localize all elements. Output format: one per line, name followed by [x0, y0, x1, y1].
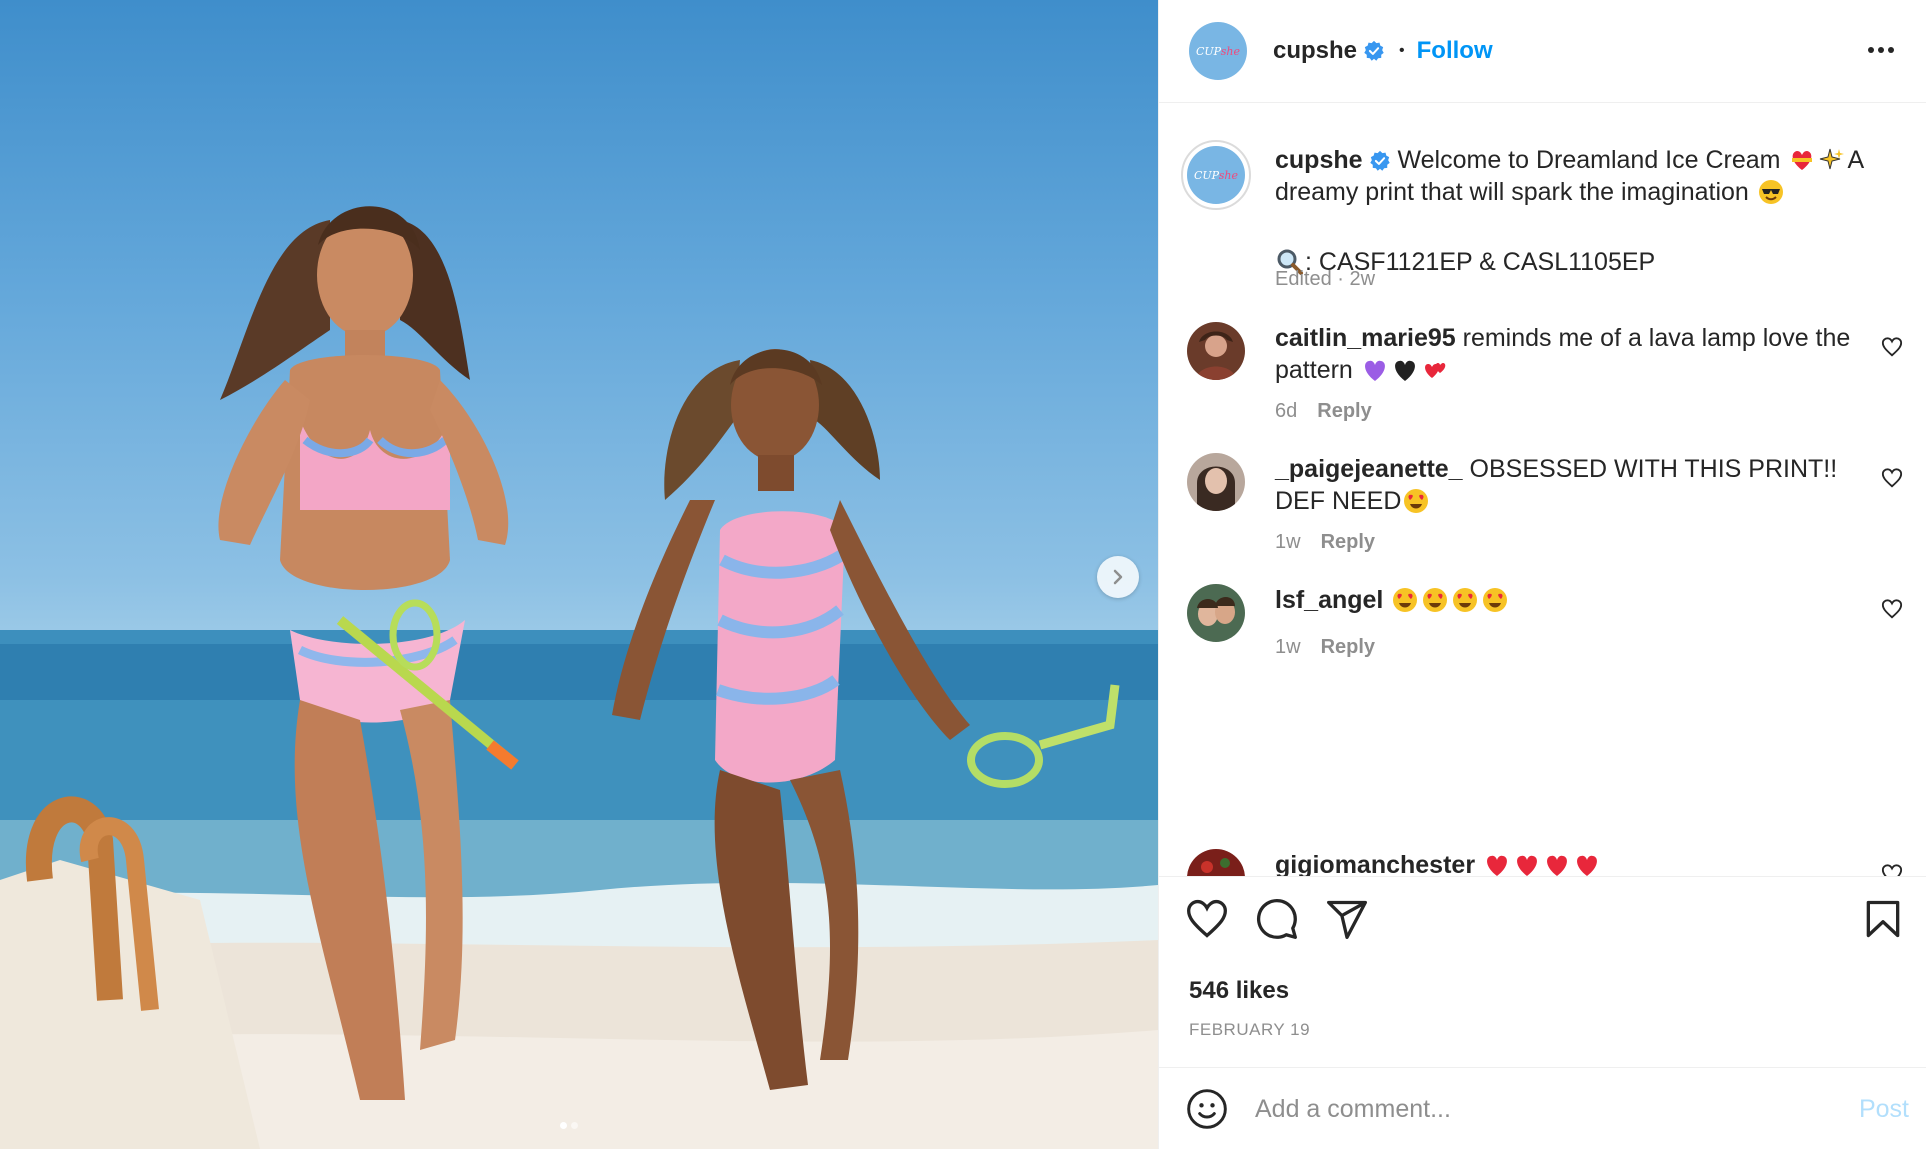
post-comment-button[interactable]: Post [1859, 1095, 1909, 1124]
heart-icon [1881, 337, 1903, 357]
heart-icon [1881, 864, 1903, 876]
comment-meta: 1w Reply [1275, 636, 1375, 659]
cupshe-logo: CUPshe [1195, 44, 1241, 58]
comment-text: _paigejeanette_ OBSESSED WITH THIS PRINT… [1275, 453, 1865, 517]
caption-meta: Edited · 2w [1275, 268, 1375, 291]
comment-item: _paigejeanette_ OBSESSED WITH THIS PRINT… [1159, 453, 1926, 583]
comment-time: 1w [1275, 531, 1301, 553]
carousel-dot-active [560, 1122, 567, 1129]
post-date[interactable]: FEBRUARY 19 [1189, 1020, 1310, 1040]
verified-icon [1364, 40, 1384, 61]
comment-meta: 6d Reply [1275, 400, 1372, 423]
follow-button[interactable]: Follow [1417, 37, 1493, 65]
post-header: CUPshe cupshe • Follow [1159, 0, 1926, 103]
comments-list[interactable]: CUPshe cupshe Welcome to Dreamland Ice C… [1159, 104, 1926, 876]
comment-username[interactable]: gigiomanchester [1275, 851, 1475, 876]
heart-eyes-emoji-icon [1483, 588, 1508, 612]
cupshe-logo: CUPshe [1193, 168, 1239, 182]
comment-time: 6d [1275, 400, 1298, 422]
heart-ribbon-emoji-icon [1792, 151, 1813, 170]
comment-input[interactable] [1255, 1087, 1815, 1131]
reply-button[interactable]: Reply [1321, 636, 1375, 659]
carousel-dot [571, 1122, 578, 1129]
heart-eyes-emoji-icon [1453, 588, 1478, 612]
more-options-button[interactable] [1863, 38, 1899, 62]
post-dialog: CUPshe cupshe • Follow CUPshe cupshe Wel… [0, 0, 1926, 1149]
like-button[interactable] [1185, 897, 1229, 941]
reply-button[interactable]: Reply [1317, 400, 1371, 423]
comment-username[interactable]: lsf_angel [1275, 586, 1383, 614]
caption-username[interactable]: cupshe [1275, 146, 1363, 174]
author-username[interactable]: cupshe [1273, 37, 1357, 65]
post-actions: 546 likes FEBRUARY 19 Post [1159, 876, 1926, 1149]
heart-icon [1187, 899, 1227, 938]
sunglasses-emoji-icon [1758, 180, 1783, 204]
carousel-indicator [560, 1122, 578, 1129]
heart-eyes-emoji-icon [1404, 489, 1429, 513]
bookmark-icon [1866, 900, 1900, 938]
comment-text: caitlin_marie95 reminds me of a lava lam… [1275, 322, 1865, 386]
comment-meta: 1w Reply [1275, 531, 1375, 554]
chevron-right-icon [1113, 569, 1123, 585]
heart-eyes-emojis [1390, 586, 1510, 614]
post-sidebar: CUPshe cupshe • Follow CUPshe cupshe Wel… [1158, 0, 1926, 1149]
likes-count[interactable]: 546 likes [1189, 977, 1289, 1005]
red-heart-emoji-icon [1487, 855, 1507, 876]
black-heart-emoji-icon [1394, 360, 1415, 381]
comment-item: lsf_angel 1w Reply [1159, 584, 1926, 694]
separator-dot: • [1399, 42, 1405, 59]
author-avatar[interactable]: CUPshe [1189, 22, 1247, 80]
emoji-picker-button[interactable] [1185, 1087, 1229, 1131]
add-comment-bar: Post [1159, 1067, 1926, 1150]
comment-button[interactable] [1255, 897, 1299, 941]
comment-time: 1w [1275, 636, 1301, 658]
comment-username[interactable]: _paigejeanette_ [1275, 455, 1463, 483]
heart-icon [1881, 468, 1903, 488]
purple-heart-emoji-icon [1364, 360, 1385, 381]
edited-timestamp: Edited · 2w [1275, 268, 1376, 290]
comment-icon [1256, 898, 1297, 939]
commenter-avatar[interactable] [1187, 453, 1245, 511]
red-heart-emoji-icon [1517, 855, 1537, 876]
comment-text: lsf_angel [1275, 584, 1865, 616]
verified-icon [1369, 150, 1390, 171]
heart-eyes-emoji-icon [1393, 588, 1418, 612]
red-heart-emoji-icon [1547, 855, 1567, 876]
reply-button[interactable]: Reply [1321, 531, 1375, 554]
commenter-avatar[interactable] [1187, 849, 1245, 876]
like-comment-button[interactable] [1881, 863, 1903, 876]
like-comment-button[interactable] [1881, 336, 1903, 358]
caption-text: cupshe Welcome to Dreamland Ice Cream A … [1275, 144, 1865, 208]
comment-text: gigiomanchester [1275, 849, 1865, 876]
like-comment-button[interactable] [1881, 598, 1903, 620]
share-button[interactable] [1325, 897, 1369, 941]
next-slide-button[interactable] [1097, 556, 1139, 598]
post-image[interactable] [0, 0, 1158, 1149]
like-comment-button[interactable] [1881, 467, 1903, 489]
commenter-avatar[interactable] [1187, 322, 1245, 380]
commenter-avatar[interactable] [1187, 584, 1245, 642]
comment-username[interactable]: caitlin_marie95 [1275, 324, 1456, 352]
heart-eyes-emoji-icon [1423, 588, 1448, 612]
emoji-icon [1187, 1089, 1227, 1129]
sparkles-emoji-icon [1820, 148, 1845, 170]
share-icon [1327, 900, 1367, 939]
caption-avatar[interactable]: CUPshe [1181, 140, 1251, 210]
beach-photo [0, 206, 1158, 1149]
caption-body-1: Welcome to Dreamland Ice Cream [1397, 146, 1781, 174]
red-heart-emoji-icon [1577, 855, 1597, 876]
comment-item: gigiomanchester [1159, 849, 1926, 876]
red-hearts-emojis [1482, 851, 1602, 876]
save-button[interactable] [1861, 897, 1905, 941]
two-hearts-emoji-icon [1424, 363, 1446, 378]
heart-icon [1881, 599, 1903, 619]
comment-item: caitlin_marie95 reminds me of a lava lam… [1159, 322, 1926, 452]
more-options-icon [1868, 47, 1894, 53]
